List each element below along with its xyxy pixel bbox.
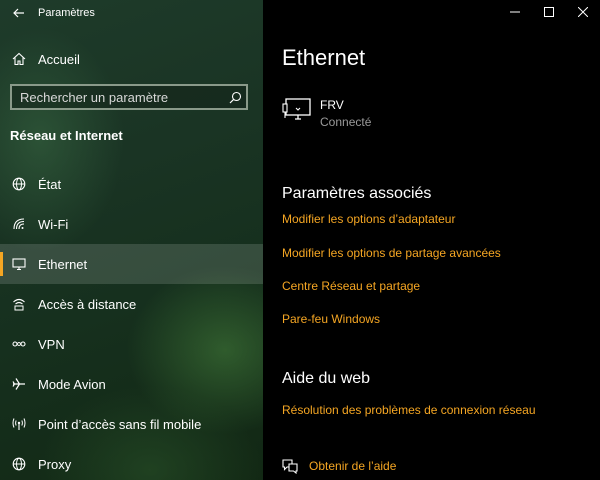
globe-icon <box>10 457 28 471</box>
get-help-link[interactable]: Obtenir de l’aide <box>309 459 396 473</box>
link-advanced-sharing[interactable]: Modifier les options de partage avancées <box>282 246 501 260</box>
close-icon <box>578 7 588 17</box>
network-info: FRV Connecté <box>320 98 371 129</box>
sidebar-item-point-acces[interactable]: Point d’accès sans fil mobile <box>0 404 263 444</box>
search-icon[interactable] <box>224 91 246 104</box>
sidebar-item-label: Proxy <box>38 456 72 472</box>
home-nav-item[interactable]: Accueil <box>0 44 263 74</box>
sidebar-item-acces-distance[interactable]: Accès à distance <box>0 284 263 324</box>
airplane-icon <box>10 377 28 391</box>
back-button[interactable] <box>0 0 38 26</box>
get-help-row[interactable]: Obtenir de l’aide <box>282 458 396 474</box>
sidebar-item-proxy[interactable]: Proxy <box>0 444 263 480</box>
web-help-title: Aide du web <box>282 370 371 387</box>
link-network-center[interactable]: Centre Réseau et partage <box>282 279 420 293</box>
search-box <box>10 84 248 110</box>
sidebar-item-label: Wi-Fi <box>38 216 69 232</box>
sidebar-item-label: Point d’accès sans fil mobile <box>38 416 202 432</box>
sidebar-item-vpn[interactable]: VPN <box>0 324 263 364</box>
sidebar-item-label: État <box>38 176 62 192</box>
wifi-icon <box>10 217 28 231</box>
window-controls <box>498 0 600 26</box>
network-name: FRV <box>320 98 344 112</box>
sidebar-item-label: VPN <box>38 336 65 352</box>
title-bar: Paramètres <box>0 0 95 26</box>
section-title: Réseau et Internet <box>10 128 123 143</box>
network-connection-card[interactable]: FRV Connecté <box>282 98 371 129</box>
maximize-icon <box>544 7 554 17</box>
link-firewall[interactable]: Pare-feu Windows <box>282 312 380 326</box>
ethernet-icon <box>10 257 28 271</box>
page-title: Ethernet <box>282 45 366 70</box>
dialup-icon <box>10 297 28 311</box>
minimize-icon <box>510 11 520 13</box>
chat-help-icon <box>282 459 298 474</box>
network-status: Connecté <box>320 115 372 129</box>
hotspot-icon <box>10 417 28 431</box>
sidebar-item-label: Ethernet <box>38 256 88 272</box>
sidebar-item-ethernet[interactable]: Ethernet <box>0 244 263 284</box>
network-computer-icon <box>282 98 311 120</box>
related-settings-title: Paramètres associés <box>282 185 432 202</box>
globe-icon <box>10 177 28 191</box>
sidebar-item-wifi[interactable]: Wi-Fi <box>0 204 263 244</box>
link-troubleshoot[interactable]: Résolution des problèmes de connexion ré… <box>282 403 536 417</box>
home-label: Accueil <box>38 51 80 67</box>
home-icon <box>10 52 28 66</box>
minimize-button[interactable] <box>498 0 532 24</box>
back-arrow-icon <box>13 8 24 18</box>
maximize-button[interactable] <box>532 0 566 24</box>
main-content: Ethernet FRV Connecté Paramètres associé… <box>263 0 600 480</box>
sidebar-item-mode-avion[interactable]: Mode Avion <box>0 364 263 404</box>
close-button[interactable] <box>566 0 600 24</box>
link-adapter-options[interactable]: Modifier les options d’adaptateur <box>282 212 455 226</box>
app-title: Paramètres <box>38 7 95 19</box>
sidebar-item-label: Accès à distance <box>38 296 137 312</box>
vpn-icon <box>10 337 28 351</box>
sidebar-item-label: Mode Avion <box>38 376 106 392</box>
search-input[interactable] <box>12 88 224 106</box>
sidebar-item-etat[interactable]: État <box>0 164 263 204</box>
sidebar: Paramètres Accueil Réseau et Internet <box>0 0 263 480</box>
sidebar-nav: État Wi-Fi Ethernet Accès à distance VPN… <box>0 164 263 480</box>
